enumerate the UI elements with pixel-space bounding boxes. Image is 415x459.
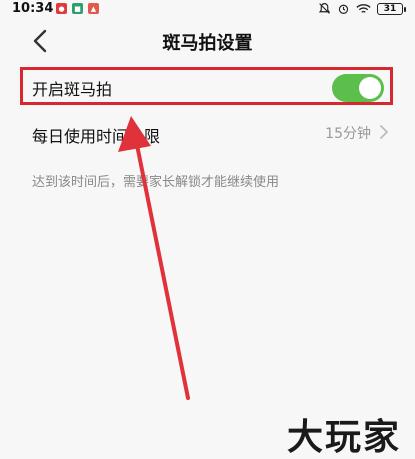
bell-muted-icon — [318, 3, 331, 14]
enable-zebra-row: 开启斑马拍 — [0, 68, 415, 108]
hint-text: 达到该时间后，需要家长解锁才能继续使用 — [32, 175, 280, 190]
status-time: 10:34 — [12, 1, 54, 16]
watermark: 大玩家 — [286, 417, 401, 458]
enable-zebra-label: 开启斑马拍 — [32, 80, 113, 99]
battery-icon: 31 — [377, 2, 406, 15]
daily-limit-value: 15分钟 — [325, 126, 371, 142]
status-bar: 10:34 ● ■ ▲ 31 — [0, 0, 415, 18]
wifi-icon — [356, 3, 371, 13]
chevron-right-icon — [380, 125, 388, 139]
page-title: 斑马拍设置 — [162, 33, 253, 54]
notification-app-icon: ● — [56, 3, 67, 14]
nav-bar: 斑马拍设置 — [0, 18, 415, 64]
status-icons: 31 — [318, 2, 406, 15]
alarm-icon — [338, 4, 349, 14]
daily-limit-row[interactable]: 每日使用时间上限 15分钟 — [0, 115, 415, 155]
daily-limit-label: 每日使用时间上限 — [32, 127, 161, 146]
screen: 10:34 ● ■ ▲ 31 斑马拍设置 开启斑马拍 每日使用时间上限 15分钟… — [0, 0, 415, 459]
toggle-knob — [359, 77, 381, 99]
notification-app-icon: ▲ — [88, 3, 99, 14]
notification-app-icon: ■ — [72, 3, 83, 14]
enable-zebra-toggle[interactable] — [332, 74, 384, 102]
battery-level: 31 — [383, 3, 397, 14]
